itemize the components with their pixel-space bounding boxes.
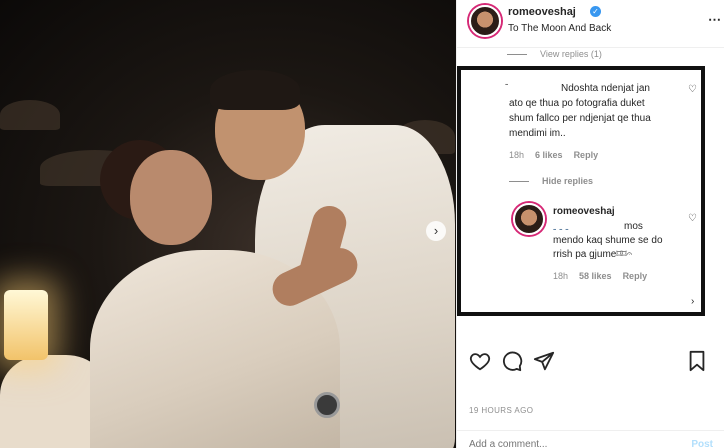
reply-reply-button[interactable]: Reply	[623, 271, 648, 281]
man-hair	[210, 70, 300, 110]
reply-time[interactable]: 18h	[553, 271, 568, 281]
post-timestamp[interactable]: 19 HOURS AGO	[469, 406, 533, 415]
divider-dash	[507, 53, 527, 55]
post-username[interactable]: romeoveshaj	[508, 6, 576, 18]
reply-meta: 18h 58 likes Reply	[553, 271, 647, 281]
reply-like-heart-icon[interactable]: ♡	[688, 214, 698, 224]
post-photo[interactable]: ›	[0, 0, 456, 448]
post-sidebar: romeoveshaj ✓ To The Moon And Back ⋯ Vie…	[456, 0, 724, 448]
comment-text-line: shum fallco per ndjenjat qe thua	[509, 113, 651, 124]
post-header: romeoveshaj ✓ To The Moon And Back ⋯	[457, 0, 724, 48]
comment-time[interactable]: 18h	[509, 150, 524, 160]
reply-text-line: mendo kaq shume se do	[553, 235, 663, 246]
reply-username[interactable]: romeoveshaj	[553, 205, 615, 219]
woman-head	[130, 150, 212, 245]
heart-icon[interactable]	[469, 350, 491, 372]
reply-mention[interactable]: ˍ ˍ ˍ	[553, 219, 569, 233]
comment-icon[interactable]	[501, 350, 523, 372]
highlighted-comment-box: ˍ Ndoshta ndenjat jan ato qe thua po fot…	[457, 66, 705, 316]
view-replies-label: View replies (1)	[540, 49, 602, 59]
watch	[314, 392, 340, 418]
verified-badge-icon: ✓	[590, 6, 601, 17]
hide-replies-button[interactable]: Hide replies	[509, 176, 593, 186]
comment-meta: 18h 6 likes Reply	[509, 150, 598, 160]
bookmark-icon[interactable]	[687, 350, 707, 372]
carousel-next-button[interactable]: ›	[426, 221, 446, 241]
post-comment-button[interactable]: Post	[691, 439, 713, 448]
comment-mention[interactable]: ˍ	[505, 74, 508, 88]
comment-text-line: Ndoshta ndenjat jan	[561, 83, 650, 94]
comment-reply-button[interactable]: Reply	[574, 150, 599, 160]
hide-replies-label: Hide replies	[542, 176, 594, 186]
scroll-chevron-icon[interactable]: ›	[691, 296, 694, 307]
add-comment-input[interactable]	[469, 439, 659, 448]
comment-text-line: ato qe thua po fotografia duket	[509, 98, 645, 109]
comment-text-line: mendimi im..	[509, 128, 566, 139]
add-comment-bar: Post	[457, 430, 724, 448]
background-umbrella	[0, 100, 60, 130]
view-replies-button[interactable]: View replies (1)	[507, 48, 602, 60]
reply-likes[interactable]: 58 likes	[579, 271, 612, 281]
avatar[interactable]	[469, 5, 501, 37]
share-icon[interactable]	[533, 350, 555, 372]
reply-avatar[interactable]	[513, 203, 545, 235]
reply-text-line: mos	[624, 221, 643, 232]
divider-dash	[509, 180, 529, 182]
comment-like-heart-icon[interactable]: ♡	[688, 85, 698, 95]
candle	[4, 290, 48, 360]
reply-text-line: rrish pa gjume⌑⌑𝄐	[553, 249, 633, 260]
post-actions	[457, 350, 724, 380]
more-icon[interactable]: ⋯	[708, 12, 721, 28]
post-location[interactable]: To The Moon And Back	[508, 23, 611, 34]
comment-likes[interactable]: 6 likes	[535, 150, 563, 160]
